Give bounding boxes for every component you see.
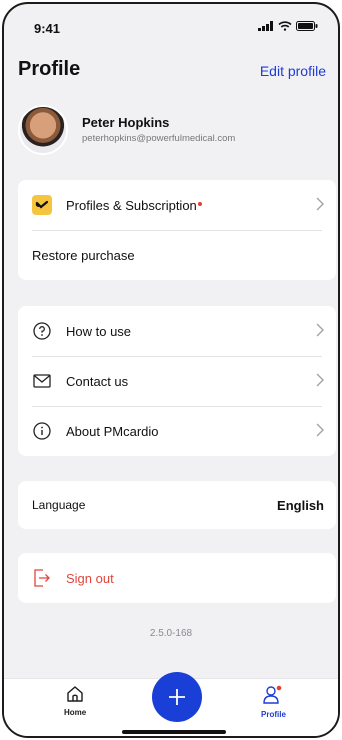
profiles-subscription-label: Profiles & Subscription bbox=[66, 197, 197, 213]
restore-purchase-item[interactable]: Restore purchase bbox=[18, 230, 336, 280]
sign-out-label: Sign out bbox=[66, 570, 114, 586]
info-circle-icon bbox=[32, 421, 52, 441]
language-row[interactable]: Language English bbox=[18, 481, 336, 529]
language-value: English bbox=[277, 497, 324, 513]
subscription-card: Profiles & Subscription Restore purchase bbox=[18, 180, 336, 280]
sign-out-button[interactable]: Sign out bbox=[18, 553, 336, 603]
user-email: peterhopkins@powerfulmedical.com bbox=[82, 133, 236, 144]
plus-icon bbox=[169, 689, 185, 705]
tab-home-label: Home bbox=[64, 708, 87, 717]
language-card[interactable]: Language English bbox=[18, 481, 336, 529]
chevron-right-icon bbox=[316, 423, 324, 437]
about-label: About PMcardio bbox=[66, 423, 159, 439]
about-item[interactable]: About PMcardio bbox=[18, 406, 336, 456]
mail-icon bbox=[32, 371, 52, 391]
profiles-subscription-item[interactable]: Profiles & Subscription bbox=[18, 180, 336, 230]
sign-out-icon bbox=[32, 568, 52, 588]
add-button[interactable] bbox=[152, 672, 202, 722]
how-to-use-label: How to use bbox=[66, 323, 132, 339]
status-time: 9:41 bbox=[34, 21, 61, 36]
status-bar: 9:41 bbox=[4, 4, 338, 48]
wifi-icon bbox=[278, 21, 292, 31]
phone-screen: 9:41 Profile Edit profile Peter Hopkins … bbox=[2, 2, 340, 738]
battery-icon bbox=[296, 21, 318, 31]
restore-purchase-label: Restore purchase bbox=[32, 247, 135, 263]
app-version: 2.5.0-168 bbox=[149, 628, 193, 639]
edit-profile-button[interactable]: Edit profile bbox=[260, 63, 326, 79]
signal-icon bbox=[258, 21, 273, 31]
profile-badge bbox=[277, 685, 282, 691]
question-circle-icon bbox=[32, 321, 52, 341]
how-to-use-item[interactable]: How to use bbox=[18, 306, 336, 356]
tab-home[interactable]: Home bbox=[64, 685, 86, 717]
signout-card: Sign out bbox=[18, 553, 336, 603]
chevron-right-icon bbox=[316, 373, 324, 387]
help-card: How to use Contact us About PMcardio bbox=[18, 306, 336, 456]
home-icon bbox=[67, 686, 83, 702]
subscription-icon bbox=[32, 195, 52, 215]
status-icons bbox=[258, 21, 318, 31]
chevron-right-icon bbox=[316, 197, 324, 211]
contact-us-item[interactable]: Contact us bbox=[18, 356, 336, 406]
page-title: Profile bbox=[18, 58, 81, 80]
tab-profile-label: Profile bbox=[261, 710, 286, 719]
chevron-right-icon bbox=[316, 323, 324, 337]
language-label: Language bbox=[32, 498, 86, 512]
tab-profile[interactable]: Profile bbox=[261, 685, 286, 719]
contact-us-label: Contact us bbox=[66, 373, 129, 389]
user-name: Peter Hopkins bbox=[82, 115, 170, 130]
home-indicator bbox=[122, 730, 226, 734]
profile-icon bbox=[263, 685, 282, 704]
notification-badge bbox=[197, 202, 202, 206]
avatar bbox=[18, 105, 68, 155]
